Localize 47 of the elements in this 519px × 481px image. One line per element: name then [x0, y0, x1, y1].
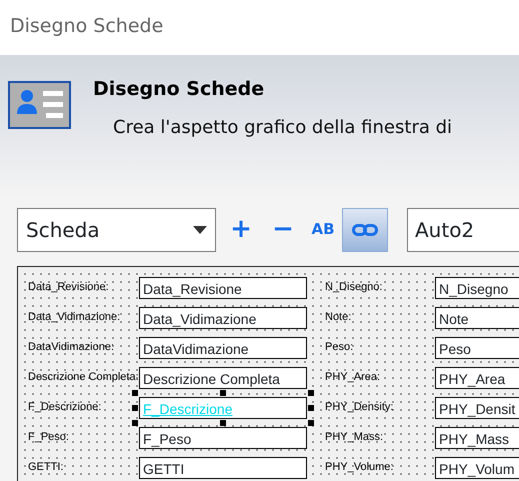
field-label: Peso:: [325, 340, 354, 355]
text-field[interactable]: Data_Vidimazione: [139, 307, 307, 329]
add-button[interactable]: +: [220, 208, 262, 252]
name-field[interactable]: Auto2: [407, 208, 519, 252]
text-button[interactable]: AB: [304, 208, 342, 252]
field-label: PHY_Area:: [325, 370, 380, 385]
link-button[interactable]: [342, 208, 388, 252]
field-label: Descrizione Completa:: [28, 370, 139, 385]
header-subtitle: Crea l'aspetto grafico della finestra di: [113, 116, 452, 140]
resize-handle[interactable]: [132, 420, 138, 426]
text-field[interactable]: N_Disegno: [435, 277, 519, 299]
field-label: Note:: [325, 310, 352, 325]
text-field[interactable]: PHY_Area: [435, 367, 519, 389]
text-field[interactable]: PHY_Volum: [435, 457, 519, 479]
resize-handle[interactable]: [132, 405, 138, 411]
text-field[interactable]: Data_Revisione: [139, 277, 307, 299]
field-label: F_Peso:: [28, 430, 69, 445]
field-label: PHY_Density:: [325, 400, 394, 415]
link-icon: [352, 224, 378, 236]
header-title: Disegno Schede: [93, 77, 266, 102]
resize-handle[interactable]: [132, 390, 138, 396]
field-label: DataVidimazione:: [28, 340, 114, 355]
text-field[interactable]: PHY_Mass: [435, 427, 519, 449]
resize-handle[interactable]: [308, 390, 314, 396]
field-label: Data_Vidimazione:: [28, 310, 120, 325]
window-title: Disegno Schede: [10, 15, 164, 37]
field-label: Data_Revisione:: [28, 280, 109, 295]
resize-handle[interactable]: [220, 390, 226, 396]
resize-handle[interactable]: [308, 405, 314, 411]
resize-handle[interactable]: [220, 420, 226, 426]
remove-button[interactable]: −: [262, 208, 304, 252]
text-field[interactable]: Note: [435, 307, 519, 329]
text-field[interactable]: PHY_Densit: [435, 397, 519, 419]
field-label: GETTI:: [28, 460, 64, 475]
caret-icon: [193, 226, 207, 234]
field-label: F_Descrizione:: [28, 400, 102, 415]
field-label: PHY_Volume:: [325, 460, 394, 475]
text-field[interactable]: DataVidimazione: [139, 337, 307, 359]
field-label: N_Disegno:: [325, 280, 382, 295]
contact-card-icon: [8, 81, 71, 129]
text-field[interactable]: Peso: [435, 337, 519, 359]
text-field[interactable]: GETTI: [139, 457, 307, 479]
field-label: PHY_Mass:: [325, 430, 384, 445]
resize-handle[interactable]: [308, 420, 314, 426]
text-field[interactable]: Descrizione Completa: [139, 367, 307, 389]
type-dropdown[interactable]: Scheda: [17, 208, 216, 252]
text-field[interactable]: F_Peso: [139, 427, 307, 449]
